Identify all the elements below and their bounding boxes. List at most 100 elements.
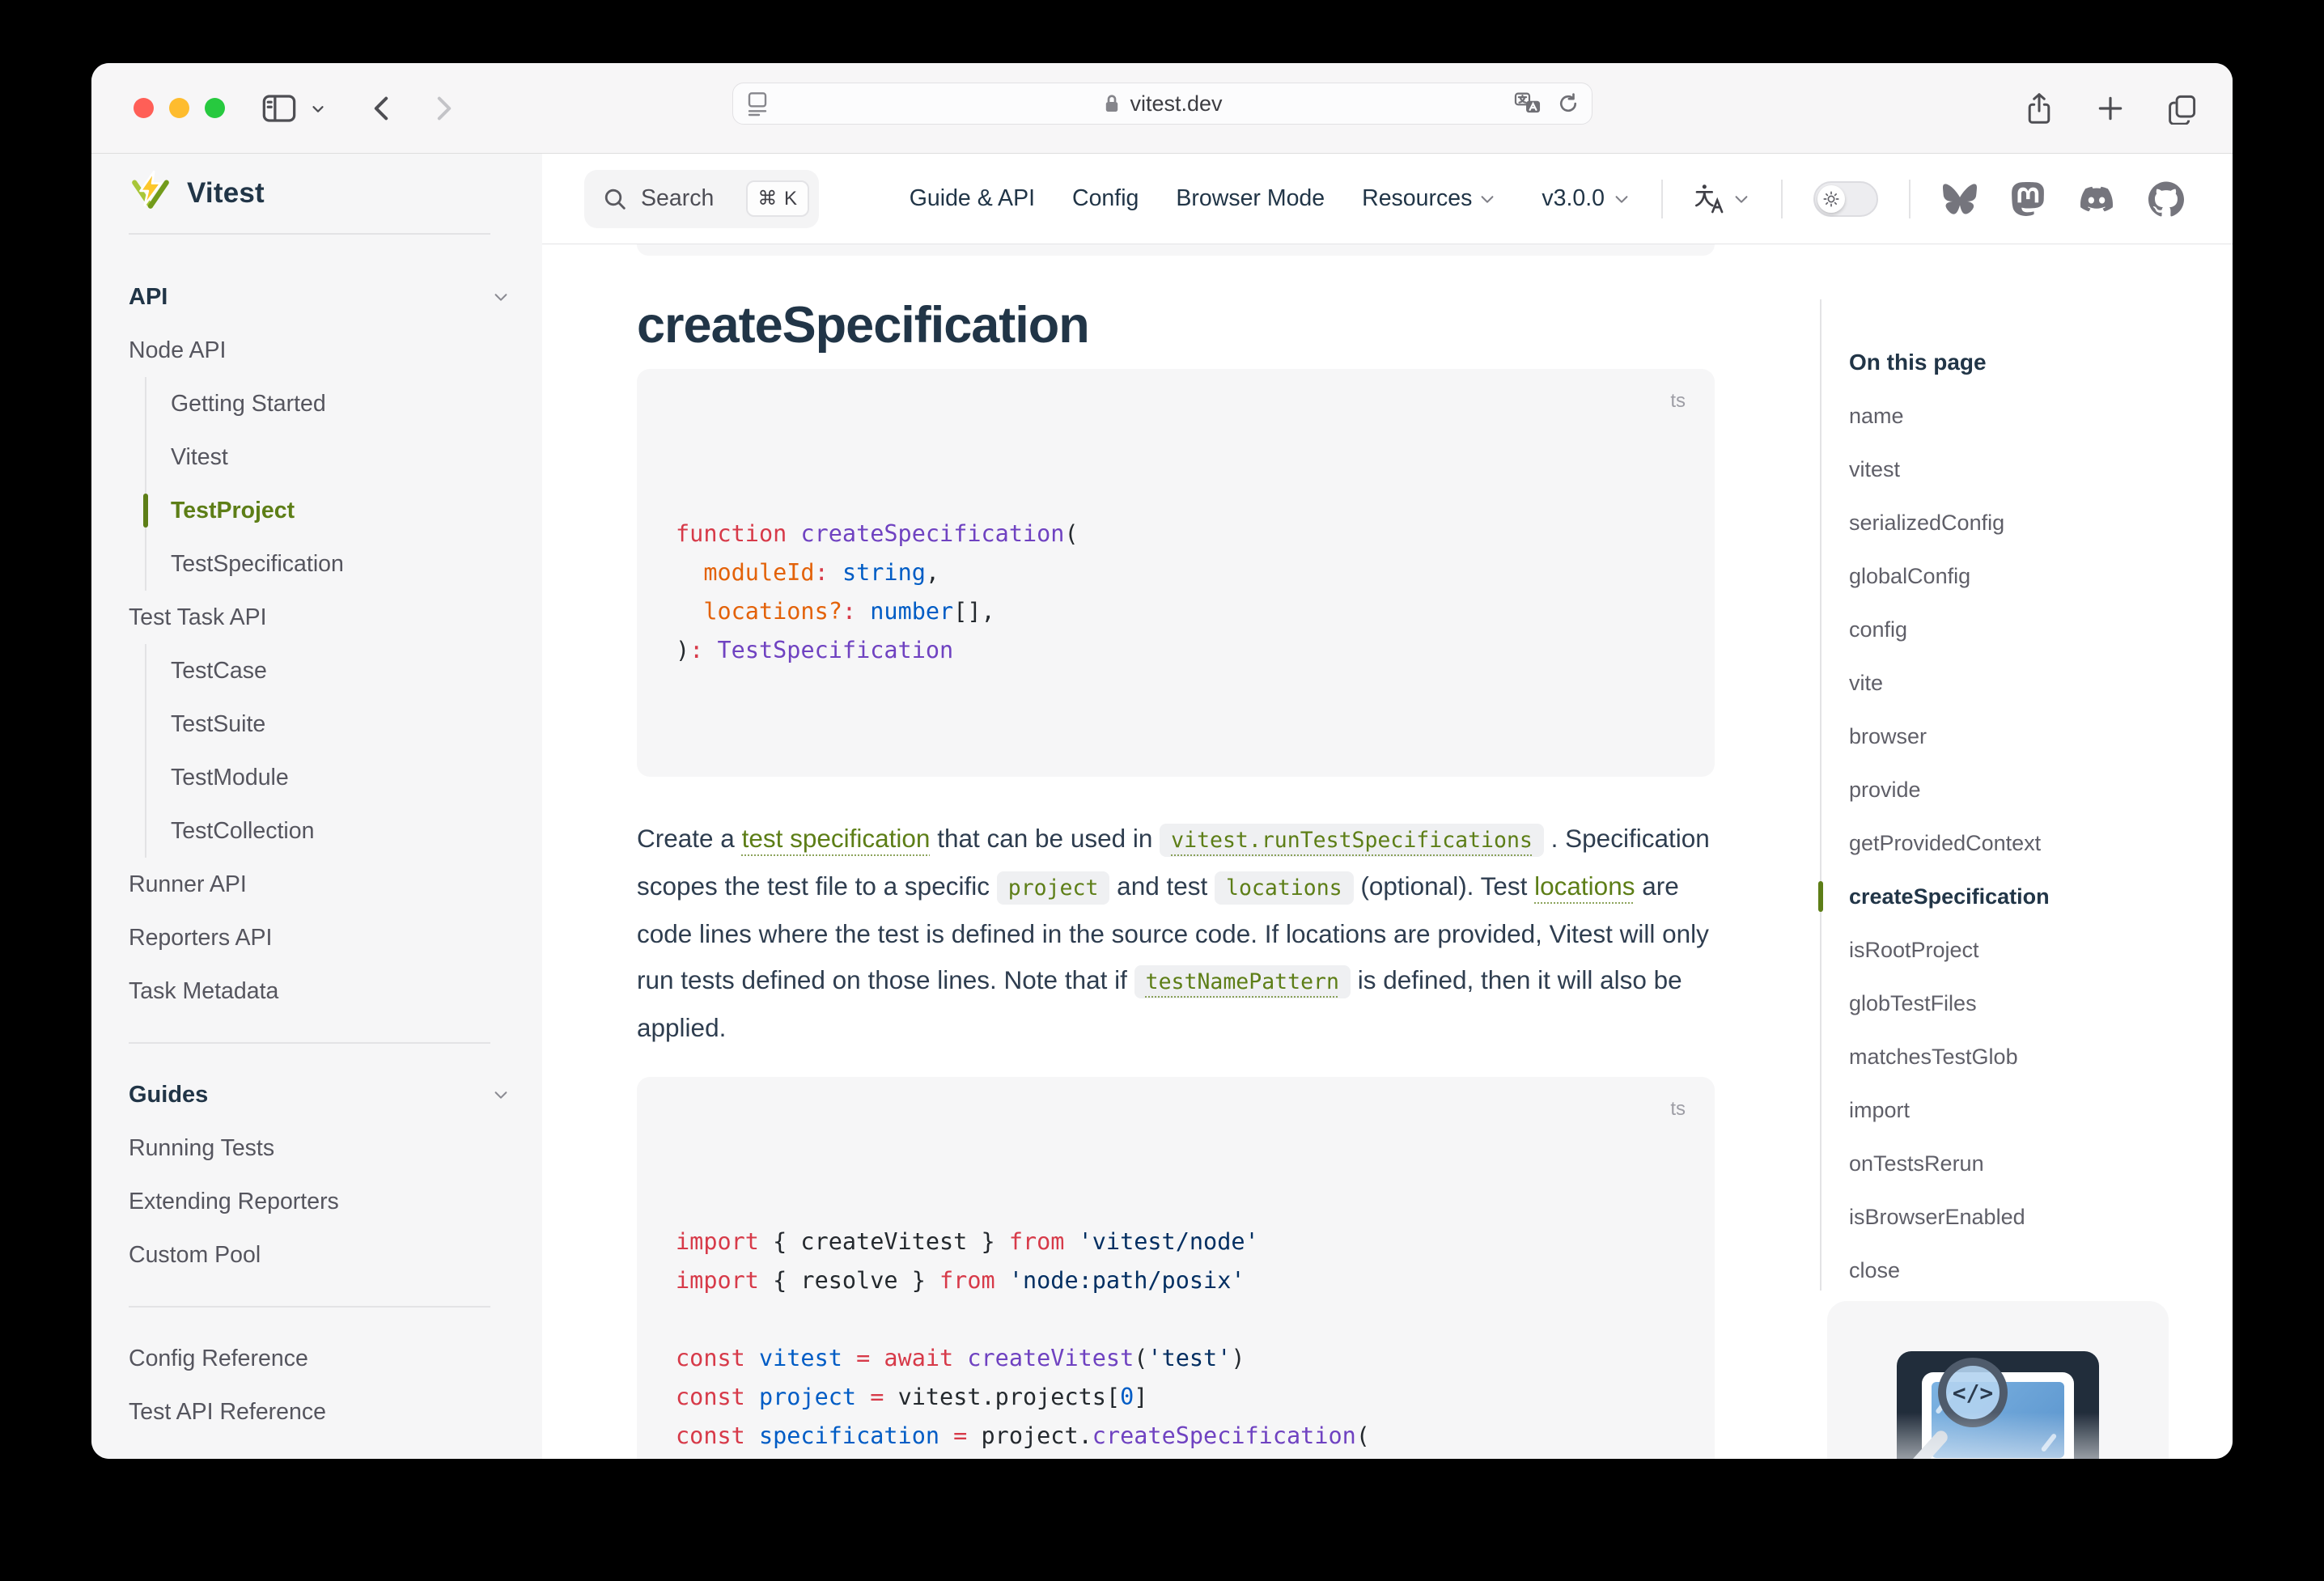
outline-item-isrootproject[interactable]: isRootProject xyxy=(1820,923,2184,977)
inline-code: locations xyxy=(1215,871,1354,905)
sidebar-item-test-task-api[interactable]: Test Task API xyxy=(129,591,510,644)
minimize-window-button[interactable] xyxy=(169,98,189,118)
outline-item-vite[interactable]: vite xyxy=(1820,656,2184,710)
inline-link[interactable]: vitest.runTestSpecifications xyxy=(1160,824,1544,857)
sponsor-card[interactable]: </> xyxy=(1827,1301,2169,1459)
browser-chrome: vitest.dev xyxy=(91,63,2233,154)
sidebar-item-getting-started[interactable]: Getting Started xyxy=(171,377,510,430)
sidebar-item-testcase[interactable]: TestCase xyxy=(171,644,510,697)
sidebar-section-guides[interactable]: Guides xyxy=(129,1068,510,1121)
outline-item-name[interactable]: name xyxy=(1820,389,2184,443)
nav-divider xyxy=(1661,180,1663,218)
sidebar-item-test-api-reference[interactable]: Test API Reference xyxy=(129,1385,510,1439)
github-icon[interactable] xyxy=(2148,181,2184,217)
inline-link[interactable]: locations xyxy=(1534,871,1635,901)
sidebar-item-testsuite[interactable]: TestSuite xyxy=(171,697,510,751)
outline-item-import[interactable]: import xyxy=(1820,1083,2184,1137)
sidebar-item-node-api[interactable]: Node API xyxy=(129,324,510,377)
outline-item-browser[interactable]: browser xyxy=(1820,710,2184,763)
chevron-down-icon xyxy=(1478,190,1496,208)
inline-link[interactable]: testNamePattern xyxy=(1134,965,1351,998)
sidebar-item-vitest[interactable]: Vitest xyxy=(171,430,510,484)
sidebar-divider xyxy=(129,1042,490,1044)
chevron-down-icon xyxy=(1613,190,1631,208)
logo[interactable]: Vitest xyxy=(91,154,542,233)
back-icon[interactable] xyxy=(369,95,393,122)
mastodon-icon[interactable] xyxy=(2011,181,2045,217)
outline-item-createspecification[interactable]: createSpecification xyxy=(1820,870,2184,923)
code-language-badge: ts xyxy=(1670,1090,1686,1129)
nav-links: Guide & API Config Browser Mode Resources xyxy=(910,185,1497,212)
logo-text: Vitest xyxy=(187,177,265,210)
nav-divider xyxy=(1909,180,1911,218)
sidebar-item-extending-reporters[interactable]: Extending Reporters xyxy=(129,1175,510,1228)
outline-item-globalconfig[interactable]: globalConfig xyxy=(1820,549,2184,603)
bluesky-icon[interactable] xyxy=(1941,182,1978,216)
code-block-signature: ts function createSpecification( moduleI… xyxy=(637,369,1715,777)
maximize-window-button[interactable] xyxy=(205,98,225,118)
sidebar-item-custom-pool[interactable]: Custom Pool xyxy=(129,1228,510,1282)
sidebar-item-running-tests[interactable]: Running Tests xyxy=(129,1121,510,1175)
sidebar-section-api[interactable]: API xyxy=(129,270,510,324)
sidebar-item-reporters-api[interactable]: Reporters API xyxy=(129,911,510,964)
forward-icon[interactable] xyxy=(432,95,456,122)
sun-icon xyxy=(1817,185,1845,213)
url-domain: vitest.dev xyxy=(1130,91,1222,117)
browser-window: vitest.dev xyxy=(91,63,2233,1459)
outline-item-globtestfiles[interactable]: globTestFiles xyxy=(1820,977,2184,1030)
search-input[interactable]: Search ⌘ K xyxy=(584,170,819,228)
outline-item-matchestestglob[interactable]: matchesTestGlob xyxy=(1820,1030,2184,1083)
outline-title: On this page xyxy=(1820,336,2184,389)
inline-link[interactable]: test specification xyxy=(742,824,931,853)
search-icon xyxy=(602,186,628,212)
language-menu[interactable] xyxy=(1694,184,1750,214)
version-menu[interactable]: v3.0.0 xyxy=(1542,185,1631,212)
outline-item-config[interactable]: config xyxy=(1820,603,2184,656)
reload-icon[interactable] xyxy=(1556,91,1580,116)
outline-item-vitest[interactable]: vitest xyxy=(1820,443,2184,496)
discord-icon[interactable] xyxy=(2077,183,2116,215)
share-icon[interactable] xyxy=(2024,91,2055,126)
page-title: createSpecification xyxy=(637,295,1715,356)
sidebar-subgroup: Getting StartedVitestTestProjectTestSpec… xyxy=(145,377,510,591)
nav-link-config[interactable]: Config xyxy=(1072,185,1139,212)
outline-item-ontestsrerun[interactable]: onTestsRerun xyxy=(1820,1137,2184,1190)
outline-item-close[interactable]: close xyxy=(1820,1244,2184,1297)
sidebar-item-config-reference[interactable]: Config Reference xyxy=(129,1332,510,1385)
sidebar: Vitest APINode APIGetting StartedVitestT… xyxy=(91,154,542,1459)
tabs-overview-icon[interactable] xyxy=(2166,92,2199,125)
url-bar[interactable]: vitest.dev xyxy=(732,83,1592,125)
theme-toggle[interactable] xyxy=(1813,181,1878,217)
sidebar-item-task-metadata[interactable]: Task Metadata xyxy=(129,964,510,1018)
nav-link-browser-mode[interactable]: Browser Mode xyxy=(1176,185,1325,212)
outline-item-getprovidedcontext[interactable]: getProvidedContext xyxy=(1820,816,2184,870)
lock-icon xyxy=(1102,92,1122,115)
inline-code: project xyxy=(997,871,1110,905)
new-tab-icon[interactable] xyxy=(2095,93,2126,124)
sidebar-subgroup: TestCaseTestSuiteTestModuleTestCollectio… xyxy=(145,644,510,858)
chevron-down-icon xyxy=(492,1086,510,1104)
nav-link-resources[interactable]: Resources xyxy=(1362,185,1496,212)
command-key-badge: ⌘ K xyxy=(746,180,809,217)
monitor-code-illustration: </> xyxy=(1897,1351,2099,1459)
site-navbar: Search ⌘ K Guide & API Config Browser Mode… xyxy=(542,154,2233,244)
translate-icon[interactable] xyxy=(1514,91,1542,116)
content-area: createSpecification ts function createSp… xyxy=(542,244,2233,1459)
outline-item-serializedconfig[interactable]: serializedConfig xyxy=(1820,496,2184,549)
close-window-button[interactable] xyxy=(134,98,154,118)
outline-item-isbrowserenabled[interactable]: isBrowserEnabled xyxy=(1820,1190,2184,1244)
sidebar-menu-chevron-icon[interactable] xyxy=(309,100,327,117)
code-block-example: ts import { createVitest } from 'vitest/… xyxy=(637,1077,1715,1460)
sidebar-item-testcollection[interactable]: TestCollection xyxy=(171,804,510,858)
outline-item-provide[interactable]: provide xyxy=(1820,763,2184,816)
outline: On this page namevitestserializedConfigg… xyxy=(1820,336,2184,1297)
nav-link-guide-api[interactable]: Guide & API xyxy=(910,185,1035,212)
sidebar-item-testmodule[interactable]: TestModule xyxy=(171,751,510,804)
traffic-lights xyxy=(134,98,225,118)
sidebar-item-testproject[interactable]: TestProject xyxy=(171,484,510,537)
sidebar-toggle-icon[interactable] xyxy=(261,92,298,125)
description-paragraph: Create a test specification that can be … xyxy=(637,816,1715,1051)
sidebar-item-runner-api[interactable]: Runner API xyxy=(129,858,510,911)
search-label: Search xyxy=(641,185,714,212)
sidebar-item-testspecification[interactable]: TestSpecification xyxy=(171,537,510,591)
